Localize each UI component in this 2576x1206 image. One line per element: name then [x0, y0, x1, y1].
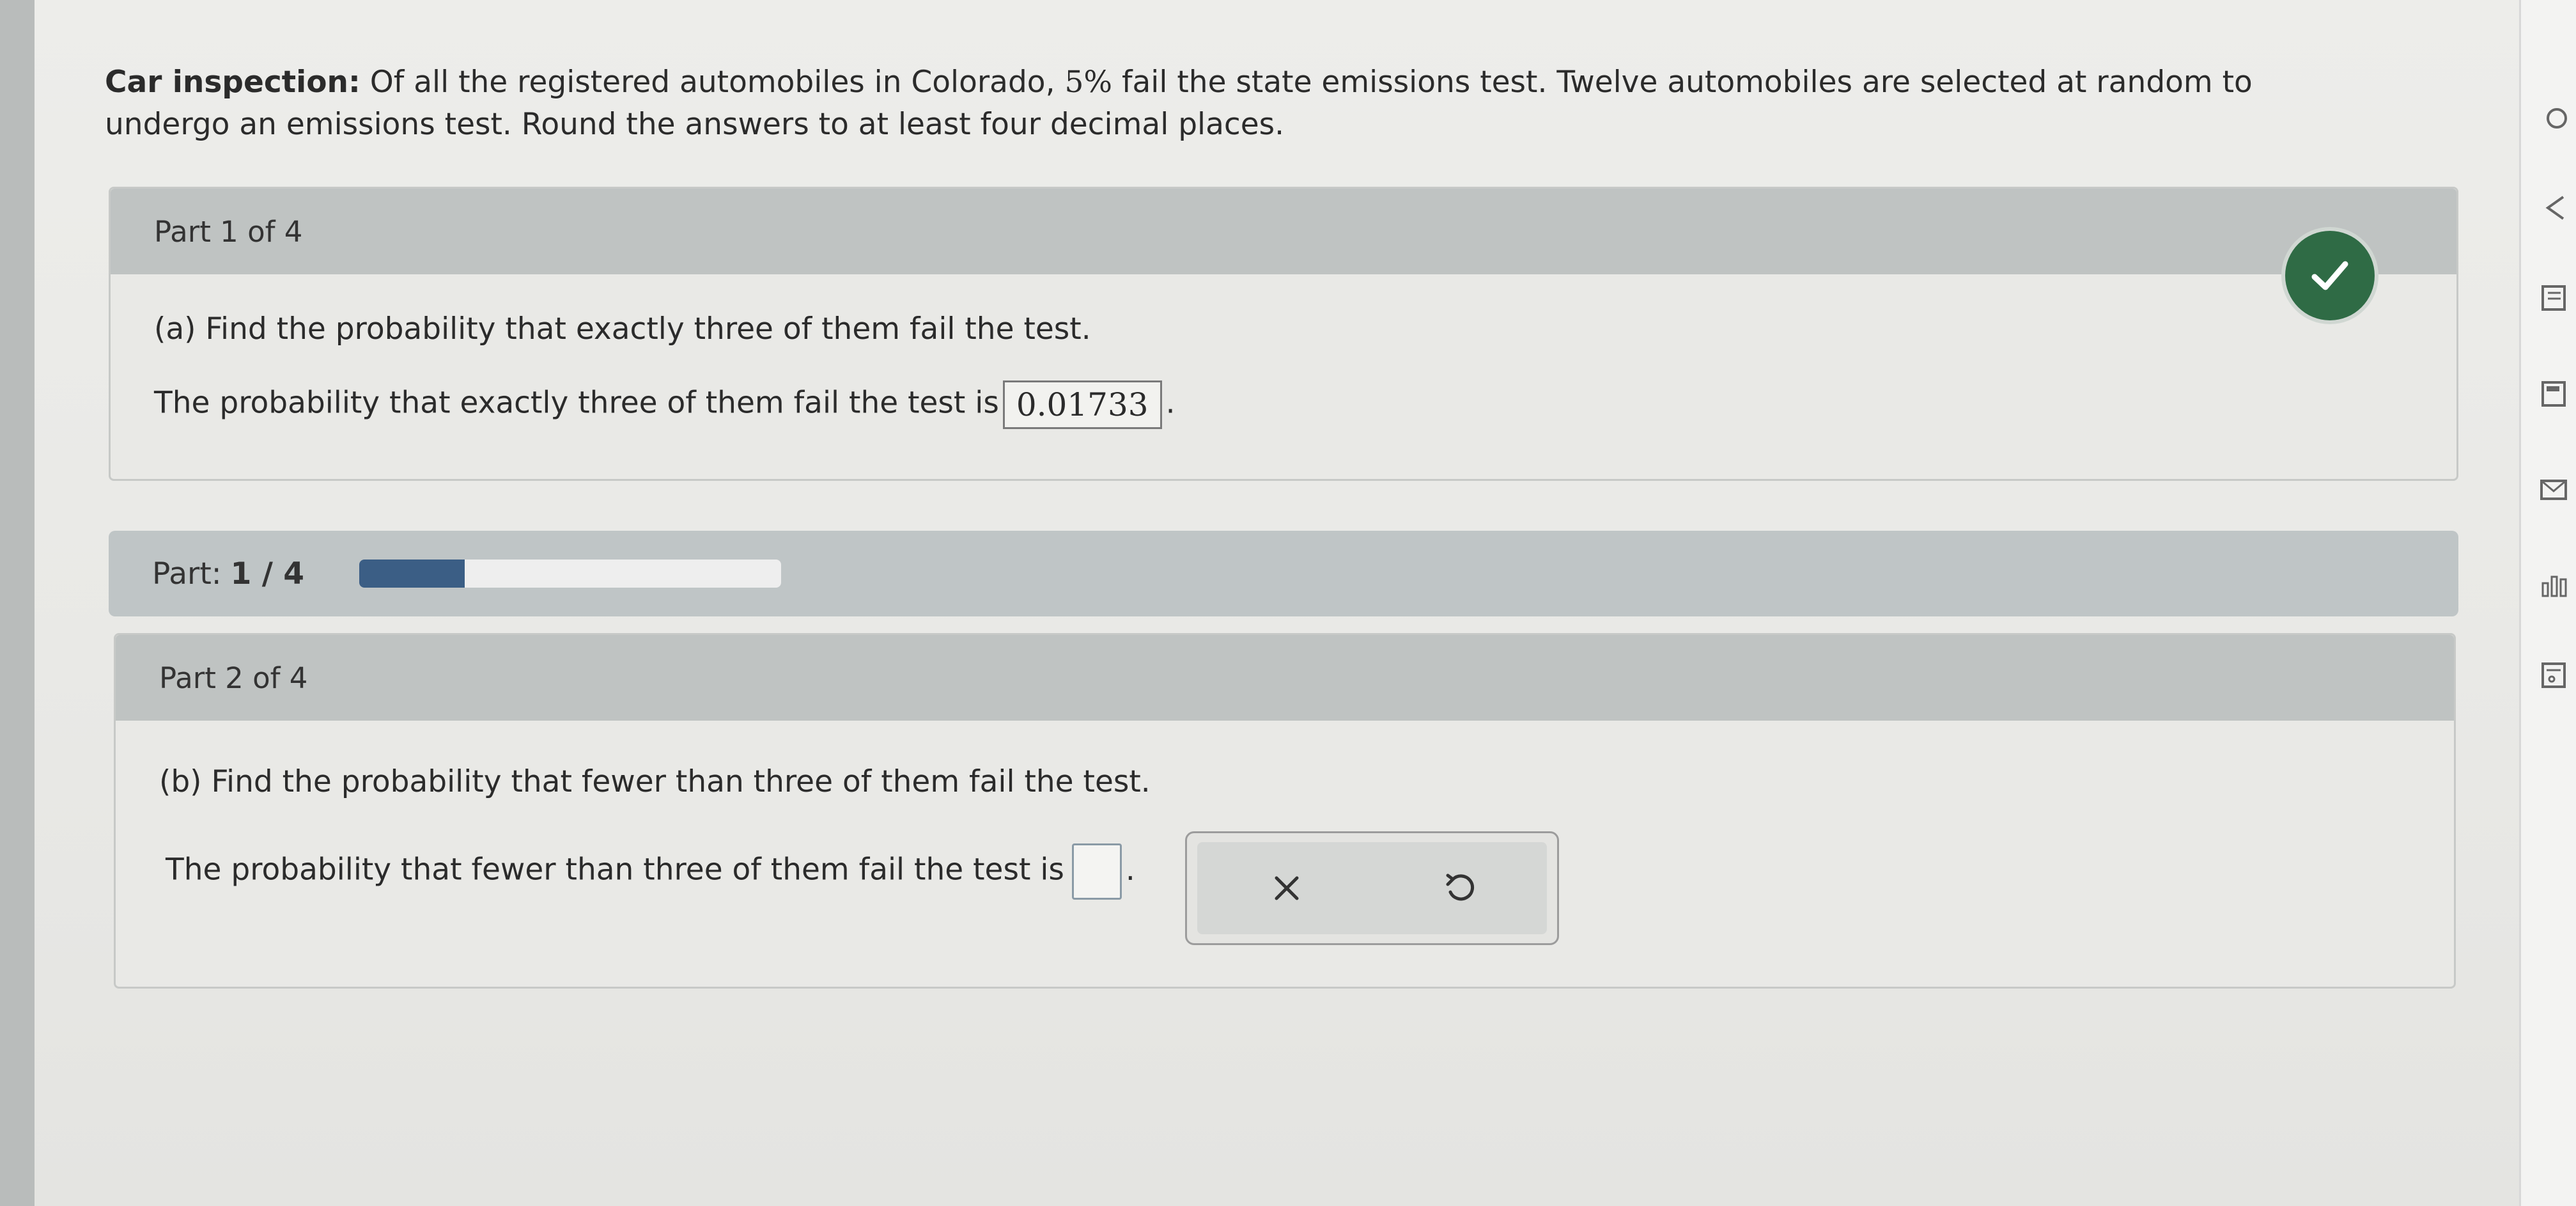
close-icon — [1275, 876, 1299, 900]
progress-fill — [359, 560, 465, 588]
part1-answer-suffix: . — [1165, 385, 1175, 421]
left-edge — [0, 0, 35, 1206]
mail-icon[interactable] — [2535, 473, 2567, 505]
problem-percent: 5% — [1064, 65, 1113, 100]
part2-answer-prefix: The probability that fewer than three of… — [166, 852, 1064, 888]
part1-question: (a) Find the probability that exactly th… — [154, 311, 1091, 347]
right-sidebar — [2519, 0, 2576, 1206]
part1-header: Part 1 of 4 — [111, 189, 2456, 274]
back-icon[interactable] — [2535, 192, 2567, 224]
undo-icon — [1446, 873, 1475, 901]
textbook-icon[interactable] — [2535, 281, 2567, 313]
progress-value: 1 / 4 — [230, 556, 304, 591]
part1-header-label: Part 1 of 4 — [154, 214, 303, 249]
part1-answer-prefix: The probability that exactly three of th… — [154, 385, 999, 421]
correct-check-icon — [2285, 231, 2375, 320]
progress-label: Part: — [152, 556, 222, 591]
part1-answer-line: The probability that exactly three of th… — [154, 380, 1175, 429]
clear-button[interactable] — [1261, 863, 1312, 914]
part-progress: Part: 1 / 4 — [109, 531, 2458, 616]
problem-statement: Car inspection: Of all the registered au… — [105, 61, 2380, 146]
answer-tools — [1185, 831, 1559, 945]
settings-icon[interactable] — [2535, 659, 2567, 691]
undo-button[interactable] — [1435, 863, 1486, 914]
calculator-icon[interactable] — [2535, 377, 2567, 409]
part2-answer-line: The probability that fewer than three of… — [166, 843, 1135, 900]
part2-answer-suffix: . — [1125, 852, 1135, 888]
progress-track — [359, 560, 781, 588]
problem-text-before: Of all the registered automobiles in Col… — [360, 65, 1065, 100]
part1-card: Part 1 of 4 (a) Find the probability tha… — [109, 187, 2458, 481]
overview-icon[interactable] — [2535, 102, 2567, 134]
part2-header-label: Part 2 of 4 — [159, 661, 308, 695]
part2-header: Part 2 of 4 — [116, 635, 2454, 721]
data-icon[interactable] — [2535, 569, 2567, 601]
part2-answer-input[interactable] — [1071, 843, 1122, 900]
problem-title: Car inspection: — [105, 65, 361, 100]
answer-tools-inner — [1197, 842, 1547, 934]
part1-answer-box[interactable]: 0.01733 — [1002, 380, 1162, 429]
part2-question: (b) Find the probability that fewer than… — [159, 764, 1151, 799]
